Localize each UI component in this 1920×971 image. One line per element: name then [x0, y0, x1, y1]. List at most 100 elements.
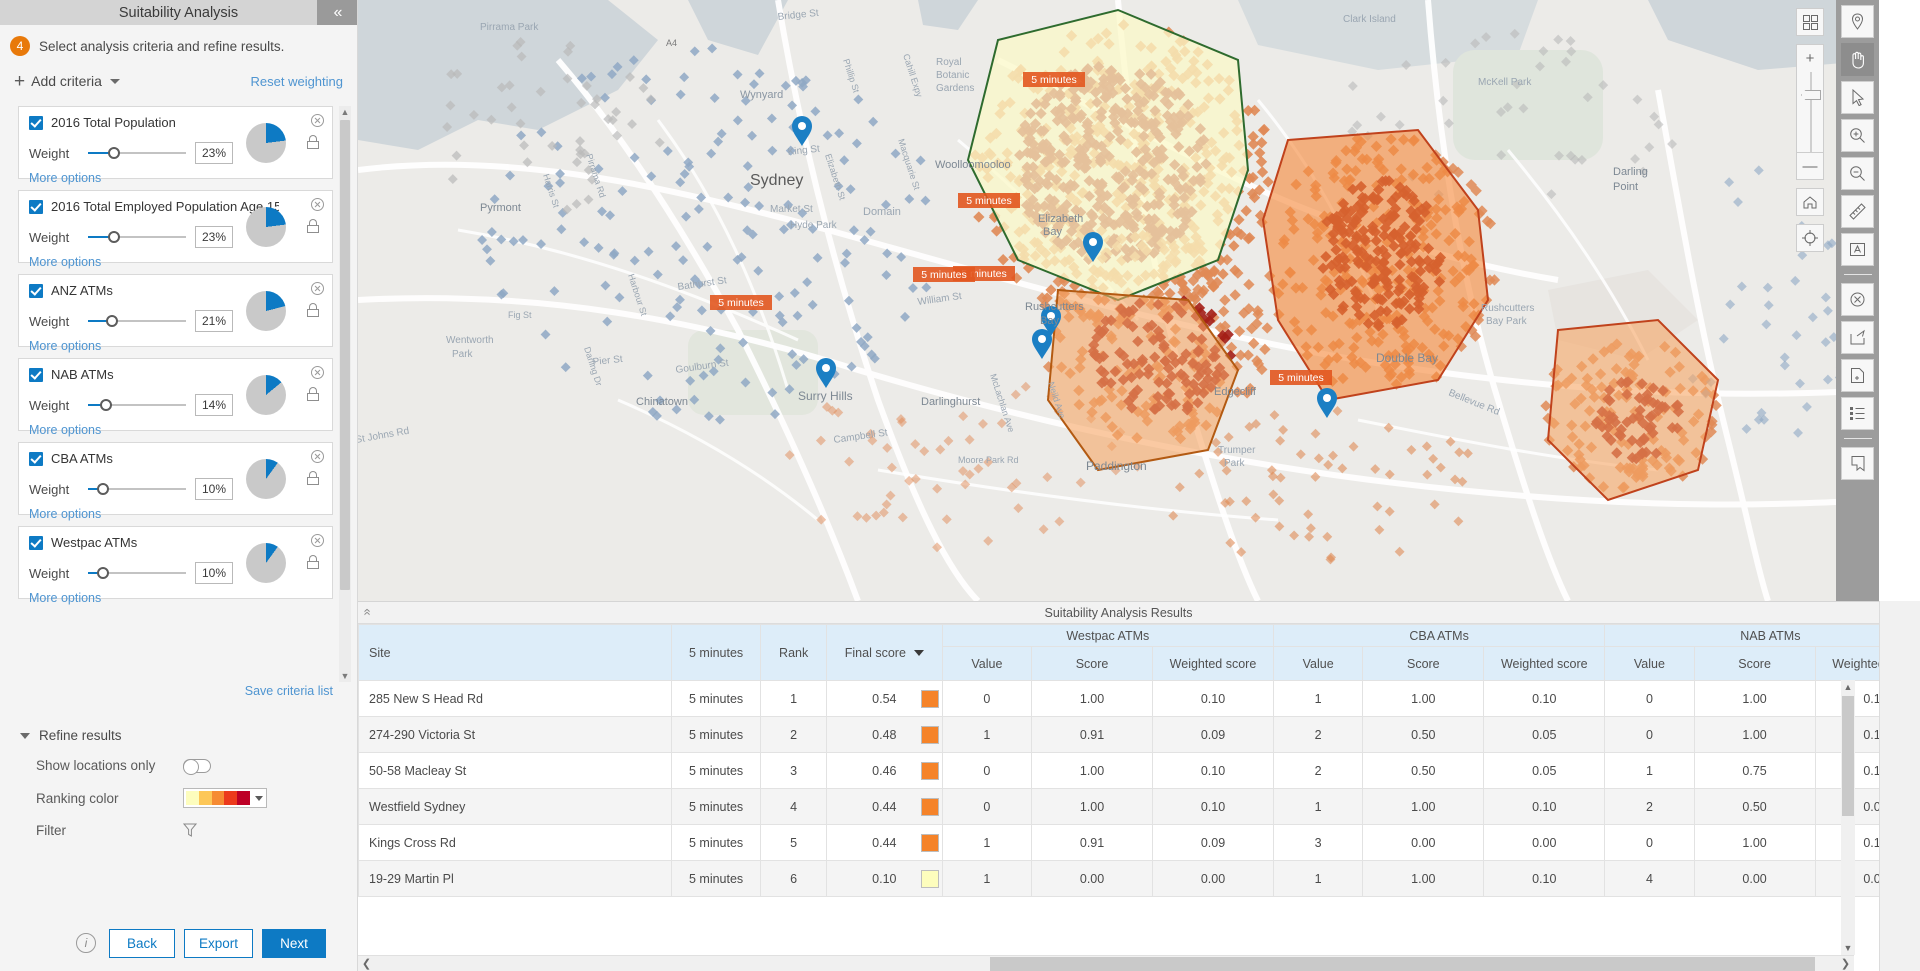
slider-knob[interactable]: [106, 315, 118, 327]
results-table-wrapper[interactable]: Site5 minutesRankFinal scoreWestpac ATMs…: [358, 624, 1879, 971]
table-row[interactable]: Westfield Sydney5 minutes40.4401.000.101…: [359, 789, 1880, 825]
table-row[interactable]: Kings Cross Rd5 minutes50.4410.910.0930.…: [359, 825, 1880, 861]
sub-header-value[interactable]: Value: [942, 647, 1031, 681]
criteria-checkbox[interactable]: [29, 536, 43, 550]
back-button[interactable]: Back: [109, 929, 175, 958]
next-button[interactable]: Next: [262, 929, 326, 958]
lock-weight-icon[interactable]: [306, 219, 320, 235]
zoom-out-button[interactable]: —: [1796, 152, 1824, 180]
home-icon[interactable]: [1796, 188, 1824, 216]
criteria-scrollbar[interactable]: ▲ ▼: [339, 106, 351, 682]
map-view[interactable]: 5 minutes5 minutes5 minutes5 minutes5 mi…: [358, 0, 1879, 601]
vertical-scrollbar-thumb[interactable]: [1842, 696, 1854, 816]
locate-icon[interactable]: [1796, 224, 1824, 252]
show-locations-only-toggle[interactable]: [183, 759, 211, 773]
results-horizontal-scrollbar[interactable]: ❮ ❯: [358, 955, 1854, 971]
remove-criteria-icon[interactable]: [311, 450, 324, 463]
ranking-color-select[interactable]: [183, 788, 267, 808]
results-vertical-scrollbar[interactable]: ▲ ▼: [1841, 680, 1855, 955]
scroll-right-icon[interactable]: ❯: [1837, 956, 1854, 971]
criteria-checkbox[interactable]: [29, 116, 43, 130]
remove-criteria-icon[interactable]: [311, 282, 324, 295]
remove-criteria-icon[interactable]: [311, 534, 324, 547]
bookmark-icon[interactable]: [1841, 447, 1874, 480]
column-header-site[interactable]: Site: [359, 625, 672, 681]
criteria-checkbox[interactable]: [29, 368, 43, 382]
weight-input[interactable]: 21%: [195, 310, 233, 332]
slider-knob[interactable]: [108, 147, 120, 159]
column-header-5-minutes[interactable]: 5 minutes: [671, 625, 760, 681]
filter-funnel-icon[interactable]: [183, 823, 197, 838]
legend-icon[interactable]: [1841, 397, 1874, 430]
zoom-slider-handle[interactable]: [1801, 90, 1821, 100]
remove-criteria-icon[interactable]: [311, 366, 324, 379]
more-options-link[interactable]: More options: [29, 339, 322, 353]
criteria-checkbox[interactable]: [29, 452, 43, 466]
slider-knob[interactable]: [100, 399, 112, 411]
pan-hand-icon[interactable]: [1841, 43, 1874, 76]
scroll-up-icon[interactable]: ▲: [339, 106, 351, 118]
scroll-up-icon[interactable]: ▲: [1841, 680, 1855, 694]
criteria-checkbox[interactable]: [29, 200, 43, 214]
table-row[interactable]: 50-58 Macleay St5 minutes30.4601.000.102…: [359, 753, 1880, 789]
sub-header-weighted-score[interactable]: Weighted score: [1484, 647, 1605, 681]
remove-criteria-icon[interactable]: [311, 198, 324, 211]
scroll-down-icon[interactable]: ▼: [339, 670, 351, 682]
basemap-gallery-icon[interactable]: [1796, 8, 1824, 36]
more-options-link[interactable]: More options: [29, 423, 322, 437]
table-row[interactable]: 274-290 Victoria St5 minutes20.4810.910.…: [359, 717, 1880, 753]
slider-knob[interactable]: [108, 231, 120, 243]
sub-header-value[interactable]: Value: [1273, 647, 1362, 681]
scroll-left-icon[interactable]: ❮: [358, 956, 375, 971]
column-header-final-score[interactable]: Final score: [827, 625, 943, 681]
table-row[interactable]: 285 New S Head Rd5 minutes10.5401.000.10…: [359, 681, 1880, 717]
weight-slider[interactable]: [88, 566, 186, 580]
save-criteria-list-link[interactable]: Save criteria list: [0, 682, 357, 698]
measure-icon[interactable]: [1841, 195, 1874, 228]
zoom-slider-group[interactable]: + —: [1796, 44, 1824, 180]
location-pin-icon[interactable]: [1841, 5, 1874, 38]
weight-slider[interactable]: [88, 314, 186, 328]
clear-icon[interactable]: [1841, 283, 1874, 316]
weight-input[interactable]: 23%: [195, 142, 233, 164]
sub-header-value[interactable]: Value: [1605, 647, 1694, 681]
lock-weight-icon[interactable]: [306, 555, 320, 571]
column-header-rank[interactable]: Rank: [761, 625, 827, 681]
lock-weight-icon[interactable]: [306, 303, 320, 319]
more-options-link[interactable]: More options: [29, 255, 322, 269]
slider-knob[interactable]: [97, 567, 109, 579]
more-options-link[interactable]: More options: [29, 507, 322, 521]
export-button[interactable]: Export: [184, 929, 253, 958]
zoom-in-icon[interactable]: [1841, 119, 1874, 152]
scrollbar-thumb[interactable]: [340, 120, 350, 590]
more-options-link[interactable]: More options: [29, 591, 322, 605]
text-label-icon[interactable]: [1841, 233, 1874, 266]
add-criteria-button[interactable]: + Add criteria: [14, 72, 120, 91]
criteria-checkbox[interactable]: [29, 284, 43, 298]
remove-criteria-icon[interactable]: [311, 114, 324, 127]
slider-knob[interactable]: [97, 483, 109, 495]
sort-descending-icon[interactable]: [914, 650, 924, 656]
zoom-in-button[interactable]: +: [1796, 44, 1824, 72]
scroll-down-icon[interactable]: ▼: [1841, 941, 1855, 955]
weight-input[interactable]: 23%: [195, 226, 233, 248]
weight-input[interactable]: 10%: [195, 478, 233, 500]
more-options-link[interactable]: More options: [29, 171, 322, 185]
lock-weight-icon[interactable]: [306, 387, 320, 403]
share-icon[interactable]: [1841, 321, 1874, 354]
collapse-results-icon[interactable]: «: [361, 608, 376, 612]
zoom-slider[interactable]: [1796, 72, 1824, 152]
lock-weight-icon[interactable]: [306, 471, 320, 487]
weight-input[interactable]: 14%: [195, 394, 233, 416]
sub-header-score[interactable]: Score: [1363, 647, 1484, 681]
horizontal-scrollbar-thumb[interactable]: [990, 957, 1815, 971]
weight-slider[interactable]: [88, 230, 186, 244]
sub-header-score[interactable]: Score: [1694, 647, 1815, 681]
export-pdf-icon[interactable]: [1841, 359, 1874, 392]
weight-input[interactable]: 10%: [195, 562, 233, 584]
map-canvas[interactable]: 5 minutes5 minutes5 minutes5 minutes5 mi…: [358, 0, 1879, 601]
sub-header-score[interactable]: Score: [1032, 647, 1153, 681]
select-arrow-icon[interactable]: [1841, 81, 1874, 114]
weight-slider[interactable]: [88, 146, 186, 160]
sub-header-weighted-score[interactable]: Weighted score: [1815, 647, 1879, 681]
